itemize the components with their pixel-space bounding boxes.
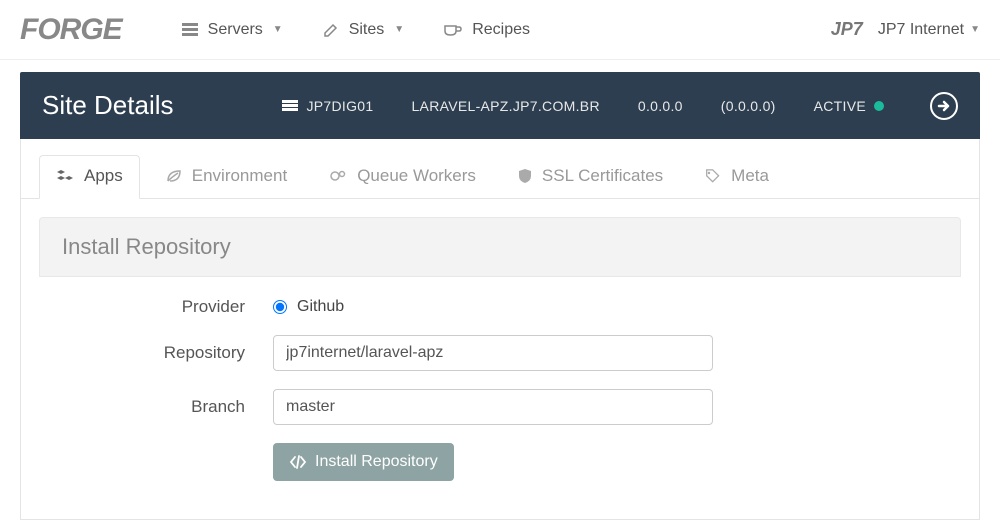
tab-environment-label: Environment	[192, 166, 287, 186]
gears-icon	[329, 169, 347, 183]
topbar: FORGE Servers ▼ Sites ▼ Recipes JP7 JP7 …	[0, 0, 1000, 60]
panel-title: Install Repository	[39, 217, 961, 277]
server-icon	[282, 100, 298, 112]
branch-label: Branch	[43, 397, 273, 417]
site-domain: LARAVEL-APZ.JP7.COM.BR	[411, 98, 599, 114]
go-button[interactable]	[930, 92, 958, 120]
tabs: Apps Environment Queue Workers SSL Certi…	[21, 139, 979, 199]
tab-meta-label: Meta	[731, 166, 769, 186]
install-button-label: Install Repository	[315, 453, 438, 471]
server-name: JP7DIG01	[282, 98, 373, 114]
nav-servers[interactable]: Servers ▼	[182, 21, 283, 39]
tab-apps-label: Apps	[84, 166, 123, 186]
tab-ssl-label: SSL Certificates	[542, 166, 663, 186]
shield-icon	[518, 168, 532, 184]
nav-sites[interactable]: Sites ▼	[323, 21, 404, 39]
edit-icon	[323, 22, 339, 38]
nav-servers-label: Servers	[208, 21, 263, 39]
tab-queue-label: Queue Workers	[357, 166, 476, 186]
repository-label: Repository	[43, 343, 273, 363]
nav-sites-label: Sites	[349, 21, 385, 39]
chevron-down-icon: ▼	[394, 24, 404, 35]
account-menu[interactable]: JP7 Internet ▼	[878, 21, 980, 39]
chevron-down-icon: ▼	[273, 24, 283, 35]
tag-icon	[705, 169, 721, 183]
page-title: Site Details	[42, 90, 174, 121]
account-label: JP7 Internet	[878, 21, 964, 39]
tab-ssl[interactable]: SSL Certificates	[502, 155, 679, 198]
branch-input[interactable]	[273, 389, 713, 425]
provider-github-option[interactable]: Github	[273, 298, 713, 316]
tab-queue[interactable]: Queue Workers	[313, 155, 492, 198]
site-ip: 0.0.0.0	[638, 98, 683, 114]
site-header: Site Details JP7DIG01 LARAVEL-APZ.JP7.CO…	[20, 72, 980, 139]
provider-radio[interactable]	[273, 300, 287, 314]
leaf-icon	[166, 169, 182, 183]
install-repository-button[interactable]: Install Repository	[273, 443, 454, 481]
chevron-down-icon: ▼	[970, 24, 980, 35]
provider-label: Provider	[43, 297, 273, 317]
install-form: Provider Github Repository Branch	[21, 277, 979, 519]
main-content: Site Details JP7DIG01 LARAVEL-APZ.JP7.CO…	[0, 60, 1000, 520]
code-icon	[289, 455, 307, 469]
nav-recipes-label: Recipes	[472, 21, 530, 39]
repository-input[interactable]	[273, 335, 713, 371]
provider-github-label: Github	[297, 298, 344, 316]
main-nav: Servers ▼ Sites ▼ Recipes	[182, 21, 530, 39]
tab-meta[interactable]: Meta	[689, 155, 785, 198]
arrow-right-icon	[936, 98, 952, 114]
tab-apps[interactable]: Apps	[39, 155, 140, 199]
servers-icon	[182, 23, 198, 37]
cubes-icon	[56, 169, 74, 183]
header-info: JP7DIG01 LARAVEL-APZ.JP7.COM.BR 0.0.0.0 …	[282, 92, 958, 120]
site-ip-private: (0.0.0.0)	[721, 98, 776, 114]
tab-environment[interactable]: Environment	[150, 155, 303, 198]
nav-recipes[interactable]: Recipes	[444, 21, 530, 39]
coffee-icon	[444, 23, 462, 37]
status-dot-icon	[874, 101, 884, 111]
site-status: ACTIVE	[814, 98, 884, 114]
forge-logo: FORGE	[20, 13, 122, 47]
jp7-logo: JP7	[831, 19, 863, 40]
content-panel: Apps Environment Queue Workers SSL Certi…	[20, 139, 980, 520]
